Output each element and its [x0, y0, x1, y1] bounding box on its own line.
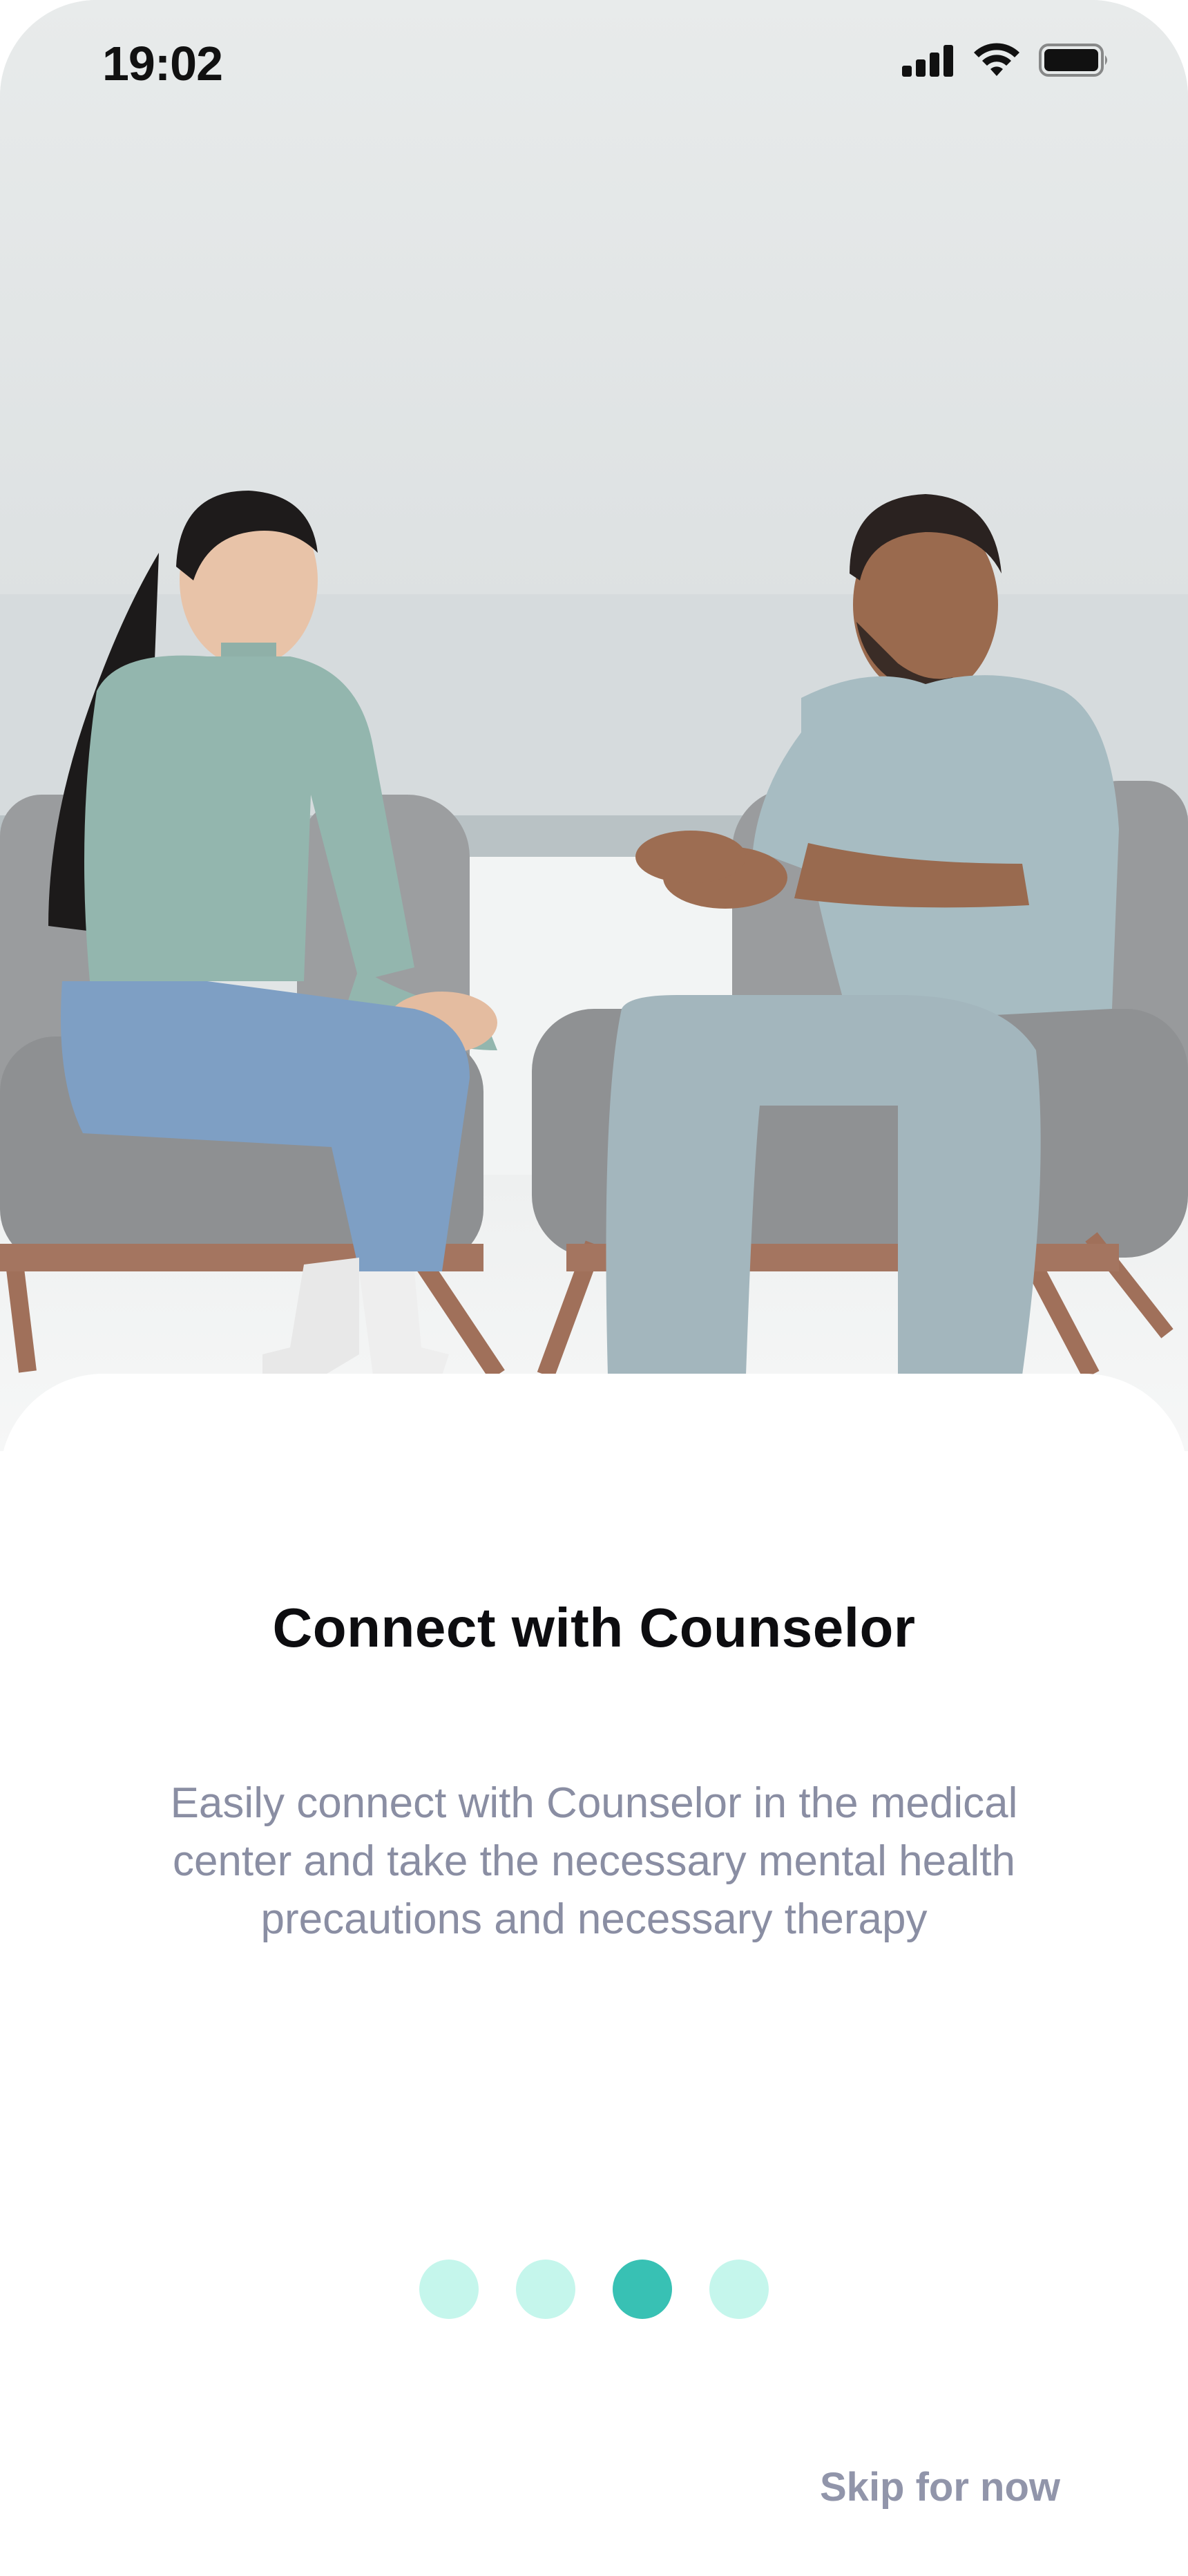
wifi-icon: [973, 43, 1021, 81]
signal-icon: [902, 44, 955, 80]
onboarding-title: Connect with Counselor: [272, 1597, 916, 1658]
page-dot-3-active[interactable]: [613, 2260, 672, 2319]
status-icons: [902, 43, 1111, 81]
page-dot-2[interactable]: [516, 2260, 575, 2319]
battery-icon: [1039, 43, 1111, 81]
page-indicator: [0, 2260, 1188, 2319]
counseling-photo: [0, 0, 1188, 1451]
hero-image: [0, 0, 1188, 1451]
status-bar: 19:02: [0, 0, 1188, 131]
page-dot-1[interactable]: [419, 2260, 479, 2319]
skip-button[interactable]: Skip for now: [820, 2464, 1060, 2510]
onboarding-description: Easily connect with Counselor in the med…: [170, 1779, 1018, 1943]
page-dot-4[interactable]: [709, 2260, 769, 2319]
onboarding-card: Connect with Counselor Easily connect wi…: [0, 1374, 1188, 2576]
status-time: 19:02: [102, 37, 223, 91]
onboarding-screen: 19:02 Connect with Counselor Easily conn…: [0, 0, 1188, 2576]
